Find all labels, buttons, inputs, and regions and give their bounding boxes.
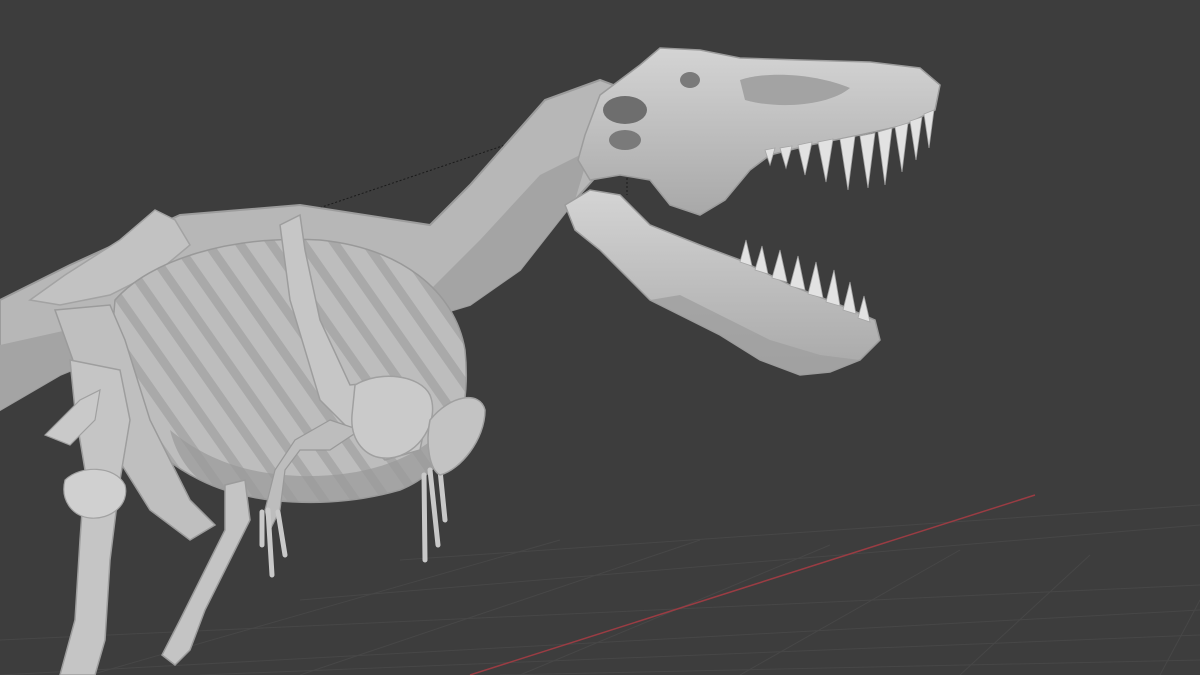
- skull-fenestra-2: [609, 130, 641, 150]
- x-axis-line: [469, 494, 1036, 675]
- skull-fenestra: [603, 96, 647, 124]
- viewport-canvas[interactable]: [0, 0, 1200, 675]
- skull-orbit: [680, 72, 700, 88]
- knee-joint: [63, 468, 127, 519]
- 3d-viewport[interactable]: [0, 0, 1200, 675]
